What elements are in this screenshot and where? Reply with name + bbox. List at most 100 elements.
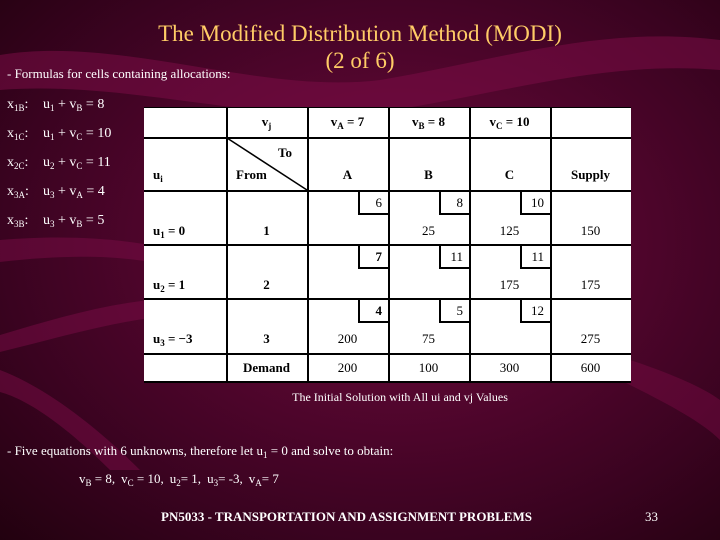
u-value-3: u3 = −3	[153, 331, 193, 348]
demand-value: 100	[418, 360, 439, 375]
solution-rest: = 8,	[91, 471, 116, 486]
formula-cell: x3B:	[7, 213, 43, 229]
formula-v-rest: = 10	[82, 126, 112, 141]
to-label: To	[278, 145, 292, 160]
column-header-c: C	[504, 167, 515, 182]
solution-rest: = 7	[261, 471, 279, 486]
solution-rest: = 10,	[133, 471, 164, 486]
formula-cell-rest: :	[24, 213, 29, 228]
total-value: 600	[580, 360, 601, 375]
cost-box: 11	[439, 246, 469, 269]
formula-u-base: u	[43, 155, 50, 170]
demand-label: Demand	[243, 360, 290, 375]
formula-v-rest: = 11	[82, 155, 111, 170]
table-caption: The Initial Solution with All ui and vj …	[292, 390, 508, 404]
u-value-rest: = −3	[164, 331, 193, 346]
formula-cell-base: x	[7, 97, 14, 112]
u-value-1: u1 = 0	[153, 223, 185, 240]
conclusion-suffix: = 0 and solve to obtain:	[267, 443, 394, 458]
cost-box: 10	[520, 192, 550, 215]
u-value-rest: = 1	[164, 277, 186, 292]
v-header-b: vB = 8	[388, 114, 469, 131]
formula-u-rest: +	[54, 97, 70, 112]
v-header-rest: = 10	[502, 114, 530, 129]
formula-cell-rest: :	[24, 155, 29, 170]
formula-cell-sub: 3A	[14, 190, 25, 200]
source-label: 1	[263, 223, 270, 238]
formula-cell-base: x	[7, 126, 14, 141]
formula-cell: x3A:	[7, 184, 43, 200]
formula-row: x2C: u2 + vC = 11	[7, 155, 111, 171]
intro-text: - Formulas for cells containing allocati…	[7, 66, 231, 81]
allocation-value: 25	[422, 223, 435, 238]
vj-sub: j	[268, 121, 272, 131]
solution-item: u3= -3,	[207, 471, 243, 488]
formula-cell: x1C:	[7, 126, 43, 142]
u-value-2: u2 = 1	[153, 277, 185, 294]
formula-cell-sub: 3B	[14, 219, 25, 229]
cost-box: 6	[358, 192, 388, 215]
formula-cell-sub: 1C	[14, 132, 25, 142]
column-header-a: A	[342, 167, 353, 182]
conclusion-prefix: - Five equations with 6 unknowns, theref…	[7, 443, 263, 458]
formula-cell-rest: :	[24, 97, 29, 112]
allocation-value: 200	[337, 331, 358, 346]
formula-u-rest: +	[54, 155, 70, 170]
solution-rest: = -3,	[218, 471, 243, 486]
formula-cell-base: x	[7, 184, 14, 199]
formula-u-base: u	[43, 213, 50, 228]
formula-u-rest: +	[54, 184, 70, 199]
slide-title: The Modified Distribution Method (MODI)	[158, 21, 562, 46]
column-header-b: B	[424, 167, 433, 182]
page-number: 33	[645, 509, 658, 524]
solution-item: u2= 1,	[170, 471, 202, 488]
formula-cell-rest: :	[25, 184, 29, 199]
formula-u-rest: +	[54, 126, 70, 141]
allocation-value: 125	[499, 223, 520, 238]
formula-v-rest: = 8	[82, 97, 105, 112]
v-header-rest: = 7	[343, 114, 365, 129]
footer-text: PN5033 - TRANSPORTATION AND ASSIGNMENT P…	[161, 509, 532, 524]
supply-value: 175	[580, 277, 601, 292]
formula-u-base: u	[43, 184, 50, 199]
formula-u-base: u	[43, 126, 50, 141]
formula-row: x1C: u1 + vC = 10	[7, 126, 111, 142]
cost-box: 4	[358, 300, 388, 323]
formula-u-rest: +	[54, 213, 70, 228]
vj-header: vj	[226, 114, 307, 131]
source-label: 3	[263, 331, 270, 346]
v-header-a: vA = 7	[307, 114, 388, 131]
demand-value: 200	[337, 360, 358, 375]
cost-box: 7	[358, 246, 388, 269]
formula-equation: u3 + vA = 4	[43, 184, 105, 200]
solution-rest: = 1,	[180, 471, 202, 486]
supply-value: 275	[580, 331, 601, 346]
formula-cell-sub: 1B	[14, 103, 25, 113]
ui-sub: i	[160, 174, 163, 184]
cost-box: 11	[520, 246, 550, 269]
formula-cell-rest: :	[24, 126, 29, 141]
demand-value: 300	[499, 360, 520, 375]
solution-item: vB = 8,	[79, 471, 116, 488]
cost-box: 5	[439, 300, 469, 323]
formula-row: x3A: u3 + vA = 4	[7, 184, 105, 200]
formula-row: x3B: u3 + vB = 5	[7, 213, 104, 229]
formula-cell-base: x	[7, 155, 14, 170]
formula-equation: u1 + vC = 10	[43, 126, 112, 142]
formula-cell: x1B:	[7, 97, 43, 113]
allocation-value: 175	[499, 277, 520, 292]
column-header-supply: Supply	[570, 167, 611, 182]
from-label: From	[236, 167, 267, 182]
formula-cell: x2C:	[7, 155, 43, 171]
solution-item: vA= 7	[249, 471, 279, 488]
table-vline	[469, 107, 471, 383]
cost-box: 12	[520, 300, 550, 323]
formula-equation: u1 + vB = 8	[43, 97, 105, 113]
cost-box: 8	[439, 192, 469, 215]
formula-u-base: u	[43, 97, 50, 112]
allocation-value: 75	[422, 331, 435, 346]
formula-row: x1B: u1 + vB = 8	[7, 97, 104, 113]
formula-cell-sub: 2C	[14, 161, 25, 171]
transportation-table: vj vA = 7 vB = 8 vC = 10 ui To From A B C Supply u1…	[144, 107, 631, 383]
formula-equation: u2 + vC = 11	[43, 155, 111, 171]
